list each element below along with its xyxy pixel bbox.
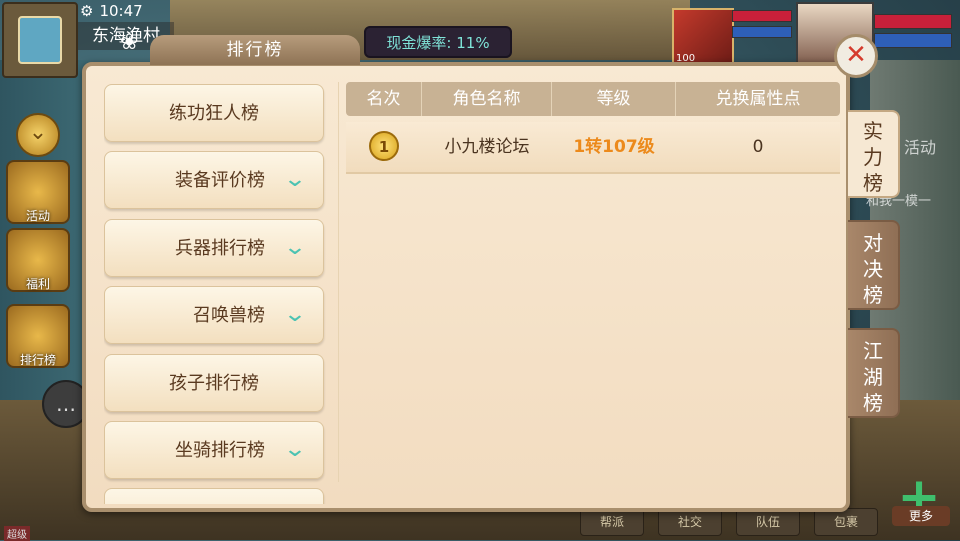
tab-char: 江 [863, 339, 883, 363]
leaderboard-label: 排行榜 [19, 353, 56, 367]
welfare-button[interactable]: 福利 [6, 228, 70, 292]
tab-char: 湖 [863, 365, 883, 389]
category-label: 兵器排行榜 [175, 238, 265, 259]
map-icon [18, 16, 62, 64]
chevron-down-icon: ⌄ [283, 302, 307, 327]
more-button[interactable]: 更多 [892, 506, 950, 526]
activity-label: 活动 [25, 209, 50, 223]
points-cell: 0 [752, 137, 764, 157]
status-bar: ⚙ 10:47 [80, 0, 143, 22]
tab-jianghu[interactable]: 江 湖 榜 [848, 328, 900, 418]
tab-char: 决 [863, 257, 883, 281]
category-item-weapons[interactable]: 兵器排行榜 ⌄ [104, 219, 324, 277]
version-tag: 超级 [4, 526, 30, 541]
tab-char: 榜 [863, 171, 883, 195]
category-label: 装备评价榜 [175, 170, 265, 191]
divider [338, 82, 339, 482]
cash-rate-badge: 现金爆率: 11% [364, 26, 512, 58]
name-cell: 小九楼论坛 [444, 137, 530, 157]
category-label: 孩子排行榜 [169, 373, 259, 394]
player-hp-bar [874, 14, 952, 29]
category-item-training[interactable]: 练功狂人榜 [104, 84, 324, 142]
category-item-mounts[interactable]: 坐骑排行榜 ⌄ [104, 421, 324, 479]
tab-char: 力 [863, 145, 883, 169]
map-button[interactable] [2, 2, 78, 78]
tab-char: 对 [863, 231, 883, 255]
player-bars [874, 14, 952, 52]
social-button[interactable]: 社交 [658, 508, 722, 536]
chevron-down-icon: ⌄ [283, 235, 307, 260]
panel-title: 排行榜 [150, 35, 360, 65]
tab-char: 实 [863, 119, 883, 143]
column-rank: 名次 [346, 82, 422, 116]
category-item-more[interactable] [104, 488, 324, 504]
tab-char: 榜 [863, 283, 883, 307]
chevron-down-icon: ⌄ [283, 437, 307, 462]
background-activity-text: 活动 [904, 138, 937, 157]
category-label: 召唤兽榜 [193, 305, 265, 326]
table-row[interactable]: 1 小九楼论坛 1转107级 0 [346, 122, 840, 174]
collapse-chevron-button[interactable]: ⌄ [16, 113, 60, 157]
level-cell: 1转107级 [573, 137, 655, 157]
category-list[interactable]: 练功狂人榜 装备评价榜 ⌄ 兵器排行榜 ⌄ 召唤兽榜 ⌄ 孩子排行榜 坐骑排行榜… [104, 84, 326, 504]
pet-hp-bar [732, 10, 792, 22]
pet-mp-bar [732, 26, 792, 38]
category-item-equipment[interactable]: 装备评价榜 ⌄ [104, 151, 324, 209]
close-button[interactable]: ✕ [834, 34, 878, 78]
team-button[interactable]: 队伍 [736, 508, 800, 536]
category-label: 坐骑排行榜 [175, 440, 265, 461]
player-mp-bar [874, 33, 952, 48]
gold-medal-icon: 1 [369, 131, 399, 161]
guild-button[interactable]: 帮派 [580, 508, 644, 536]
category-label: 练功狂人榜 [169, 103, 259, 124]
category-item-children[interactable]: 孩子排行榜 [104, 354, 324, 412]
rank-cell: 1 [346, 122, 422, 172]
bag-button[interactable]: 包裹 [814, 508, 878, 536]
column-name: 角色名称 [422, 82, 552, 116]
pet-portrait[interactable]: 100 [672, 8, 734, 66]
category-item-summons[interactable]: 召唤兽榜 ⌄ [104, 286, 324, 344]
chevron-down-icon: ⌄ [283, 167, 307, 192]
leaderboard-button[interactable]: 排行榜 [6, 304, 70, 368]
tab-duel[interactable]: 对 决 榜 [848, 220, 900, 310]
tab-char: 榜 [863, 391, 883, 415]
gear-icon[interactable]: ⚙ [80, 0, 93, 22]
clock-time: 10:47 [99, 2, 143, 20]
welfare-label: 福利 [25, 277, 50, 291]
table-header: 名次 角色名称 等级 兑换属性点 [346, 82, 840, 116]
tab-strength[interactable]: 实 力 榜 [848, 110, 900, 198]
activity-button[interactable]: 活动 [6, 160, 70, 224]
pet-bars [732, 10, 792, 42]
column-points: 兑换属性点 [715, 89, 801, 109]
close-icon: ✕ [845, 40, 867, 70]
column-level: 等级 [552, 82, 676, 116]
